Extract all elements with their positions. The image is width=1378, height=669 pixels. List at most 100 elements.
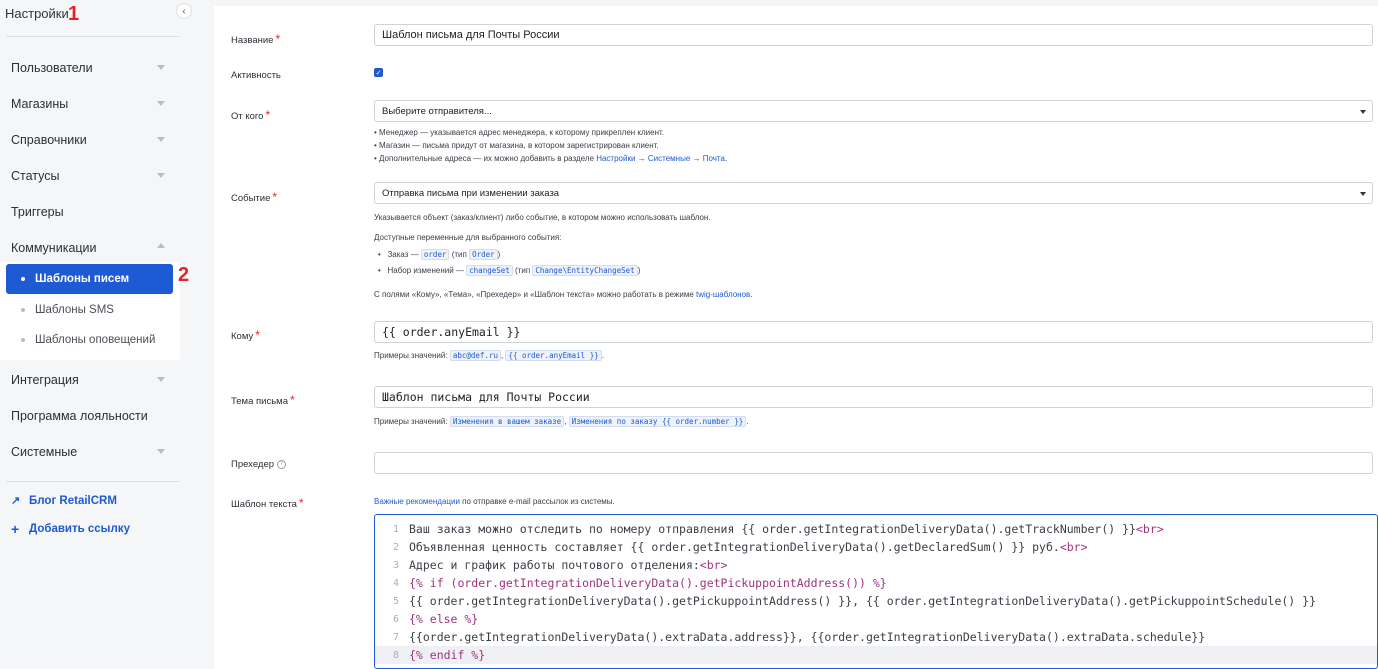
example-chip[interactable]: {{ order.anyEmail }} <box>505 350 602 361</box>
code-chip: Order <box>469 249 498 260</box>
collapse-sidebar-button[interactable]: ‹ <box>176 3 192 19</box>
subitem-label: Шаблоны писем <box>35 273 130 285</box>
code-line: 3 Адрес и график работы почтового отделен… <box>392 558 728 572</box>
event-variable-order: • Заказ — order (тип Order) <box>378 249 501 260</box>
mail-link[interactable]: Почта <box>703 154 725 163</box>
dropdown-arrow-icon <box>1360 110 1366 114</box>
body-hint: Важные рекомендации по отправке e-mail р… <box>374 497 615 506</box>
to-label: Кому * <box>231 328 260 342</box>
sidebar-item-integration[interactable]: Интеграция <box>0 362 180 398</box>
sidebar-item-triggers[interactable]: Триггеры <box>0 194 180 230</box>
subject-input[interactable]: Шаблон письма для Почты России <box>374 386 1373 408</box>
subitem-label: Шаблоны оповещений <box>35 334 156 346</box>
bullet-icon <box>21 277 25 281</box>
sidebar-item-label: Программа лояльности <box>11 409 148 423</box>
sidebar-item-references[interactable]: Справочники <box>0 122 180 158</box>
code-line: 7 {{order.getIntegrationDeliveryData().ex… <box>392 630 1206 644</box>
bullet-icon <box>21 308 25 312</box>
code-chip: order <box>420 249 450 260</box>
sidebar-item-statuses[interactable]: Статусы <box>0 158 180 194</box>
code-line: 6 {% else %} <box>392 612 479 626</box>
template-form: Название * Шаблон письма для Почты России… <box>214 6 1378 669</box>
sidebar-title: Настройки <box>5 6 69 21</box>
body-label: Шаблон текста * <box>231 496 304 510</box>
active-checkbox[interactable]: ✓ <box>374 68 383 77</box>
sidebar-item-label: Магазины <box>11 97 69 111</box>
event-variables-title: Доступные переменные для выбранного собы… <box>374 233 562 242</box>
code-line: 5{{ order.getIntegrationDeliveryData().g… <box>392 594 1316 608</box>
preheader-input[interactable] <box>374 452 1373 474</box>
annotation-marker-2: 2 <box>178 264 190 286</box>
name-input[interactable]: Шаблон письма для Почты России <box>374 24 1373 46</box>
required-asterisk: * <box>272 190 278 204</box>
sidebar-subitem-email-templates[interactable]: Шаблоны писем <box>6 264 173 294</box>
checkmark-icon: ✓ <box>375 69 382 77</box>
required-asterisk: * <box>289 393 295 407</box>
dropdown-arrow-icon <box>1360 192 1366 196</box>
template-code-editor[interactable]: 1 Ваш заказ можно отследить по номеру отп… <box>374 514 1378 669</box>
chevron-down-icon <box>157 173 165 178</box>
arrow-up-right-icon: ↗ <box>11 495 21 507</box>
sidebar-subitem-notification-templates[interactable]: Шаблоны оповещений <box>6 325 173 355</box>
example-chip[interactable]: abc@def.ru <box>449 350 501 361</box>
sidebar-item-loyalty[interactable]: Программа лояльности <box>0 398 180 434</box>
chevron-down-icon <box>157 65 165 70</box>
code-chip: Change\EntityChangeSet <box>532 265 638 276</box>
to-examples: Примеры значений: abc@def.ru, {{ order.a… <box>374 350 604 361</box>
help-icon[interactable]: ? <box>277 459 287 469</box>
chevron-down-icon <box>157 137 165 142</box>
sidebar-item-label: Пользователи <box>11 61 93 75</box>
system-link[interactable]: Системные <box>648 154 690 163</box>
from-hint-2: • Магазин — письма придут от магазина, в… <box>374 141 659 150</box>
code-line: 4 {% if (order.getIntegrationDeliveryData… <box>392 576 887 590</box>
code-line: 1 Ваш заказ можно отследить по номеру отп… <box>392 522 1164 536</box>
sidebar-item-label: Системные <box>11 445 78 459</box>
chevron-left-icon: ‹ <box>182 5 186 17</box>
example-chip[interactable]: Изменения в вашем заказе <box>449 416 565 427</box>
sidebar-item-label: Справочники <box>11 133 87 147</box>
sidebar: Настройки 1 Пользователи Магазины Справо… <box>0 0 189 669</box>
subject-examples: Примеры значений: Изменения в вашем зака… <box>374 416 749 427</box>
chevron-down-icon <box>157 449 165 454</box>
divider <box>6 481 180 482</box>
sidebar-item-users[interactable]: Пользователи <box>0 50 180 86</box>
communications-submenu: Шаблоны писем Шаблоны SMS Шаблоны оповещ… <box>0 262 180 360</box>
blog-link[interactable]: ↗ Блог RetailCRM <box>11 494 117 508</box>
example-chip[interactable]: Изменения по заказу {{ order.number }} <box>568 416 747 427</box>
required-asterisk: * <box>275 32 281 46</box>
code-line-current: 8 {% endif %} <box>375 646 1377 664</box>
settings-link[interactable]: Настройки <box>596 154 635 163</box>
from-select-value: Выберите отправителя... <box>382 105 492 117</box>
subject-label: Тема письма * <box>231 393 295 407</box>
code-line: 2 Объявленная ценность составляет {{ orde… <box>392 540 1088 554</box>
event-label: Событие * <box>231 190 278 204</box>
chevron-down-icon <box>157 101 165 106</box>
sidebar-item-stores[interactable]: Магазины <box>0 86 180 122</box>
plus-icon: + <box>11 521 20 537</box>
sidebar-item-system[interactable]: Системные <box>0 434 180 470</box>
twig-templates-link[interactable]: twig-шаблонов <box>696 290 750 299</box>
from-hint-3: • Дополнительные адреса — их можно добав… <box>374 154 728 163</box>
bullet-icon <box>21 338 25 342</box>
add-link-label: Добавить ссылку <box>29 523 130 535</box>
annotation-marker-1: 1 <box>68 3 80 25</box>
event-select[interactable]: Отправка письма при изменении заказа <box>374 182 1373 204</box>
required-asterisk: * <box>265 108 271 122</box>
sidebar-subitem-sms-templates[interactable]: Шаблоны SMS <box>6 295 173 325</box>
sidebar-item-communications[interactable]: Коммуникации <box>0 230 180 266</box>
divider <box>6 36 180 37</box>
to-input[interactable]: {{ order.anyEmail }} <box>374 321 1373 343</box>
subitem-label: Шаблоны SMS <box>35 304 114 316</box>
blog-link-label: Блог RetailCRM <box>29 494 117 507</box>
code-chip: changeSet <box>466 265 513 276</box>
sidebar-item-label: Коммуникации <box>11 241 97 255</box>
from-select[interactable]: Выберите отправителя... <box>374 100 1373 122</box>
add-link-button[interactable]: + Добавить ссылку <box>11 521 130 537</box>
chevron-down-icon <box>157 377 165 382</box>
recommendations-link[interactable]: Важные рекомендации <box>374 497 460 506</box>
event-variable-changeset: • Набор изменений — changeSet (тип Chang… <box>378 265 641 276</box>
event-hint: Указывается объект (заказ/клиент) либо с… <box>374 213 711 222</box>
from-label: От кого * <box>231 108 271 122</box>
name-label: Название * <box>231 32 281 46</box>
active-label: Активность <box>231 70 281 81</box>
